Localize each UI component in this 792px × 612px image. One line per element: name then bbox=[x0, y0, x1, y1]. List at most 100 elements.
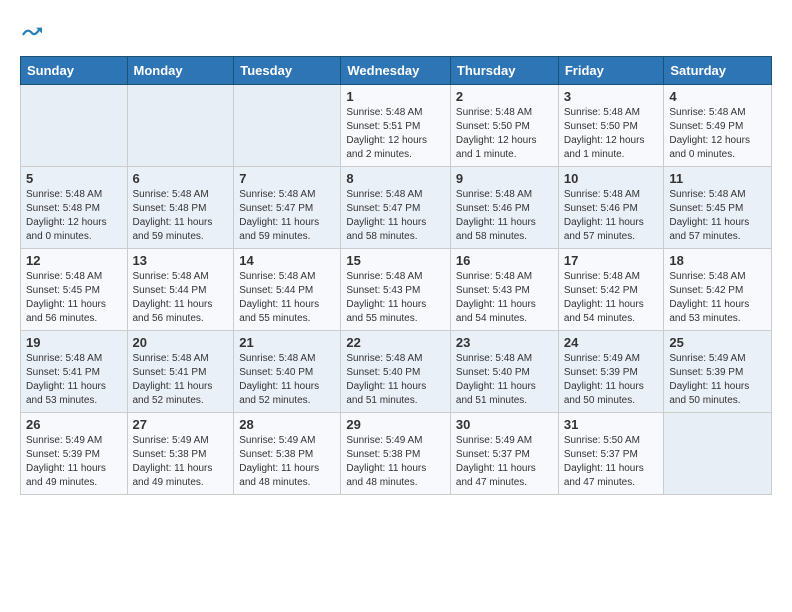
day-number: 11 bbox=[669, 171, 766, 186]
day-info: Sunrise: 5:48 AM Sunset: 5:43 PM Dayligh… bbox=[346, 270, 445, 326]
calendar-cell: 5 Sunrise: 5:48 AM Sunset: 5:48 PM Daylig… bbox=[21, 167, 128, 249]
day-info: Sunrise: 5:48 AM Sunset: 5:44 PM Dayligh… bbox=[133, 270, 229, 326]
day-info: Sunrise: 5:48 AM Sunset: 5:48 PM Dayligh… bbox=[133, 188, 229, 244]
day-info: Sunrise: 5:50 AM Sunset: 5:37 PM Dayligh… bbox=[564, 434, 659, 490]
weekday-header-friday: Friday bbox=[558, 57, 664, 85]
calendar-cell: 2 Sunrise: 5:48 AM Sunset: 5:50 PM Daylig… bbox=[450, 85, 558, 167]
calendar-cell: 23 Sunrise: 5:48 AM Sunset: 5:40 PM Dayli… bbox=[450, 331, 558, 413]
calendar-cell bbox=[127, 85, 234, 167]
day-number: 26 bbox=[26, 417, 122, 432]
calendar-cell: 24 Sunrise: 5:49 AM Sunset: 5:39 PM Dayli… bbox=[558, 331, 664, 413]
day-number: 24 bbox=[564, 335, 659, 350]
day-number: 19 bbox=[26, 335, 122, 350]
calendar-cell bbox=[234, 85, 341, 167]
calendar-cell: 7 Sunrise: 5:48 AM Sunset: 5:47 PM Daylig… bbox=[234, 167, 341, 249]
calendar-week-4: 19 Sunrise: 5:48 AM Sunset: 5:41 PM Dayli… bbox=[21, 331, 772, 413]
day-info: Sunrise: 5:48 AM Sunset: 5:44 PM Dayligh… bbox=[239, 270, 335, 326]
calendar-cell: 15 Sunrise: 5:48 AM Sunset: 5:43 PM Dayli… bbox=[341, 249, 451, 331]
day-info: Sunrise: 5:48 AM Sunset: 5:50 PM Dayligh… bbox=[564, 106, 659, 162]
day-number: 30 bbox=[456, 417, 553, 432]
calendar-cell: 13 Sunrise: 5:48 AM Sunset: 5:44 PM Dayli… bbox=[127, 249, 234, 331]
day-info: Sunrise: 5:49 AM Sunset: 5:38 PM Dayligh… bbox=[133, 434, 229, 490]
day-info: Sunrise: 5:49 AM Sunset: 5:37 PM Dayligh… bbox=[456, 434, 553, 490]
day-number: 20 bbox=[133, 335, 229, 350]
day-info: Sunrise: 5:49 AM Sunset: 5:38 PM Dayligh… bbox=[239, 434, 335, 490]
day-number: 3 bbox=[564, 89, 659, 104]
day-number: 8 bbox=[346, 171, 445, 186]
day-number: 1 bbox=[346, 89, 445, 104]
calendar-cell: 12 Sunrise: 5:48 AM Sunset: 5:45 PM Dayli… bbox=[21, 249, 128, 331]
day-number: 31 bbox=[564, 417, 659, 432]
calendar-cell: 27 Sunrise: 5:49 AM Sunset: 5:38 PM Dayli… bbox=[127, 413, 234, 495]
day-info: Sunrise: 5:48 AM Sunset: 5:50 PM Dayligh… bbox=[456, 106, 553, 162]
calendar-cell: 22Sunrise: 5:48 AM Sunset: 5:40 PM Dayli… bbox=[341, 331, 451, 413]
calendar-week-3: 12 Sunrise: 5:48 AM Sunset: 5:45 PM Dayli… bbox=[21, 249, 772, 331]
day-info: Sunrise: 5:48 AM Sunset: 5:43 PM Dayligh… bbox=[456, 270, 553, 326]
day-number: 7 bbox=[239, 171, 335, 186]
calendar-cell: 21Sunrise: 5:48 AM Sunset: 5:40 PM Dayli… bbox=[234, 331, 341, 413]
day-number: 27 bbox=[133, 417, 229, 432]
calendar-cell: 11 Sunrise: 5:48 AM Sunset: 5:45 PM Dayli… bbox=[664, 167, 772, 249]
day-info: Sunrise: 5:48 AM Sunset: 5:40 PM Dayligh… bbox=[456, 352, 553, 408]
day-number: 25 bbox=[669, 335, 766, 350]
calendar-cell: 31 Sunrise: 5:50 AM Sunset: 5:37 PM Dayli… bbox=[558, 413, 664, 495]
calendar-cell: 30 Sunrise: 5:49 AM Sunset: 5:37 PM Dayli… bbox=[450, 413, 558, 495]
day-number: 6 bbox=[133, 171, 229, 186]
calendar-cell bbox=[664, 413, 772, 495]
day-number: 2 bbox=[456, 89, 553, 104]
day-number: 9 bbox=[456, 171, 553, 186]
weekday-header-sunday: Sunday bbox=[21, 57, 128, 85]
calendar-header-row: SundayMondayTuesdayWednesdayThursdayFrid… bbox=[21, 57, 772, 85]
day-number: 28 bbox=[239, 417, 335, 432]
day-info: Sunrise: 5:49 AM Sunset: 5:39 PM Dayligh… bbox=[26, 434, 122, 490]
day-info: Sunrise: 5:48 AM Sunset: 5:46 PM Dayligh… bbox=[564, 188, 659, 244]
day-number: 12 bbox=[26, 253, 122, 268]
day-number: 5 bbox=[26, 171, 122, 186]
weekday-header-thursday: Thursday bbox=[450, 57, 558, 85]
calendar-cell: 14 Sunrise: 5:48 AM Sunset: 5:44 PM Dayli… bbox=[234, 249, 341, 331]
calendar-cell: 19 Sunrise: 5:48 AM Sunset: 5:41 PM Dayli… bbox=[21, 331, 128, 413]
day-info: Sunrise: 5:49 AM Sunset: 5:38 PM Dayligh… bbox=[346, 434, 445, 490]
day-info: Sunrise: 5:49 AM Sunset: 5:39 PM Dayligh… bbox=[564, 352, 659, 408]
day-info: Sunrise: 5:48 AM Sunset: 5:41 PM Dayligh… bbox=[26, 352, 122, 408]
calendar-cell: 1 Sunrise: 5:48 AM Sunset: 5:51 PM Daylig… bbox=[341, 85, 451, 167]
day-info: Sunrise: 5:48 AM Sunset: 5:49 PM Dayligh… bbox=[669, 106, 766, 162]
calendar-week-2: 5 Sunrise: 5:48 AM Sunset: 5:48 PM Daylig… bbox=[21, 167, 772, 249]
calendar-cell: 17Sunrise: 5:48 AM Sunset: 5:42 PM Dayli… bbox=[558, 249, 664, 331]
calendar-cell: 4Sunrise: 5:48 AM Sunset: 5:49 PM Daylig… bbox=[664, 85, 772, 167]
weekday-header-wednesday: Wednesday bbox=[341, 57, 451, 85]
day-info: Sunrise: 5:48 AM Sunset: 5:51 PM Dayligh… bbox=[346, 106, 445, 162]
calendar-cell: 3 Sunrise: 5:48 AM Sunset: 5:50 PM Daylig… bbox=[558, 85, 664, 167]
calendar-week-1: 1 Sunrise: 5:48 AM Sunset: 5:51 PM Daylig… bbox=[21, 85, 772, 167]
calendar-cell: 16Sunrise: 5:48 AM Sunset: 5:43 PM Dayli… bbox=[450, 249, 558, 331]
logo bbox=[20, 24, 50, 46]
calendar-cell: 9Sunrise: 5:48 AM Sunset: 5:46 PM Daylig… bbox=[450, 167, 558, 249]
day-info: Sunrise: 5:48 AM Sunset: 5:48 PM Dayligh… bbox=[26, 188, 122, 244]
calendar-cell: 28 Sunrise: 5:49 AM Sunset: 5:38 PM Dayli… bbox=[234, 413, 341, 495]
day-number: 23 bbox=[456, 335, 553, 350]
day-info: Sunrise: 5:48 AM Sunset: 5:41 PM Dayligh… bbox=[133, 352, 229, 408]
logo-icon bbox=[20, 24, 42, 46]
calendar-cell: 10 Sunrise: 5:48 AM Sunset: 5:46 PM Dayli… bbox=[558, 167, 664, 249]
calendar-week-5: 26 Sunrise: 5:49 AM Sunset: 5:39 PM Dayli… bbox=[21, 413, 772, 495]
day-number: 18 bbox=[669, 253, 766, 268]
day-info: Sunrise: 5:48 AM Sunset: 5:45 PM Dayligh… bbox=[669, 188, 766, 244]
day-number: 17 bbox=[564, 253, 659, 268]
day-info: Sunrise: 5:48 AM Sunset: 5:47 PM Dayligh… bbox=[239, 188, 335, 244]
weekday-header-monday: Monday bbox=[127, 57, 234, 85]
day-number: 29 bbox=[346, 417, 445, 432]
weekday-header-tuesday: Tuesday bbox=[234, 57, 341, 85]
calendar-cell: 26 Sunrise: 5:49 AM Sunset: 5:39 PM Dayli… bbox=[21, 413, 128, 495]
day-number: 21 bbox=[239, 335, 335, 350]
day-number: 14 bbox=[239, 253, 335, 268]
day-info: Sunrise: 5:48 AM Sunset: 5:45 PM Dayligh… bbox=[26, 270, 122, 326]
calendar-cell: 6 Sunrise: 5:48 AM Sunset: 5:48 PM Daylig… bbox=[127, 167, 234, 249]
day-number: 13 bbox=[133, 253, 229, 268]
day-info: Sunrise: 5:48 AM Sunset: 5:42 PM Dayligh… bbox=[669, 270, 766, 326]
calendar-cell: 25Sunrise: 5:49 AM Sunset: 5:39 PM Dayli… bbox=[664, 331, 772, 413]
day-number: 22 bbox=[346, 335, 445, 350]
day-number: 15 bbox=[346, 253, 445, 268]
day-number: 10 bbox=[564, 171, 659, 186]
calendar-cell: 8 Sunrise: 5:48 AM Sunset: 5:47 PM Daylig… bbox=[341, 167, 451, 249]
day-info: Sunrise: 5:48 AM Sunset: 5:47 PM Dayligh… bbox=[346, 188, 445, 244]
